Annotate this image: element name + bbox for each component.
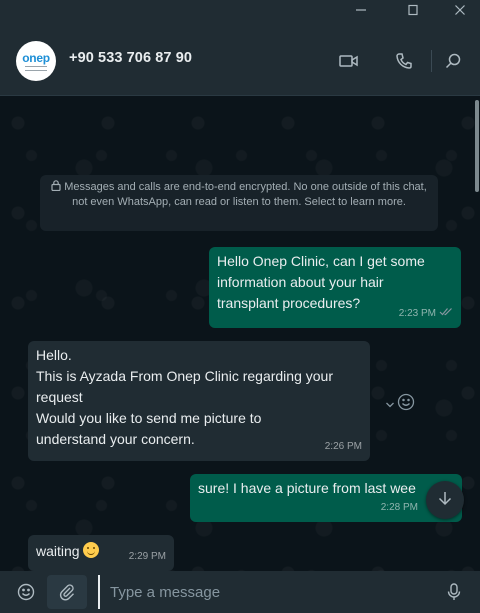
- avatar-logo-lines: [25, 65, 47, 71]
- message-line: Hello Onep Clinic, can I get some: [217, 253, 425, 269]
- message-line: Would you like to send me picture to: [36, 410, 262, 426]
- message-menu-chevron-icon[interactable]: [385, 396, 395, 414]
- message-bubble-incoming[interactable]: waiting 2:29 PM: [28, 535, 174, 571]
- minimize-icon[interactable]: [344, 0, 378, 20]
- react-emoji-icon[interactable]: [397, 393, 415, 416]
- scrollbar-thumb[interactable]: [475, 100, 479, 192]
- message-time: 2:23 PM: [398, 308, 436, 319]
- header-divider: [431, 50, 432, 72]
- message-time: 2:28 PM: [380, 502, 418, 513]
- read-receipt-icon: [439, 303, 453, 324]
- attach-icon[interactable]: [47, 575, 87, 609]
- scroll-to-bottom-button[interactable]: [426, 481, 464, 519]
- arrow-down-icon: [437, 490, 453, 511]
- avatar-logo-text: onep: [22, 50, 50, 65]
- message-line: request: [36, 389, 83, 405]
- microphone-icon[interactable]: [434, 575, 474, 609]
- message-time: 2:26 PM: [324, 441, 362, 452]
- message-bubble-outgoing[interactable]: sure! I have a picture from last wee 2:2…: [190, 474, 462, 522]
- window-titlebar: [0, 0, 480, 20]
- message-composer: [0, 571, 480, 613]
- contact-name[interactable]: +90 533 706 87 90: [69, 50, 192, 66]
- close-icon[interactable]: [443, 0, 477, 20]
- lock-icon: [51, 180, 61, 195]
- message-bubble-incoming[interactable]: Hello. This is Ayzada From Onep Clinic r…: [28, 341, 370, 461]
- encryption-notice-text: Messages and calls are end-to-end encryp…: [64, 181, 427, 208]
- avatar[interactable]: onep: [16, 41, 56, 81]
- message-time: 2:29 PM: [128, 551, 166, 562]
- emoji-icon[interactable]: [6, 575, 46, 609]
- message-line: understand your concern.: [36, 431, 195, 447]
- chat-scrollbar[interactable]: [474, 96, 480, 571]
- voice-call-icon[interactable]: [393, 50, 415, 72]
- encryption-notice[interactable]: Messages and calls are end-to-end encryp…: [40, 175, 438, 231]
- video-call-icon[interactable]: [338, 50, 360, 72]
- slightly-smiling-face-icon: [82, 542, 99, 558]
- message-line: sure! I have a picture from last wee: [198, 480, 416, 496]
- message-input[interactable]: [98, 575, 428, 609]
- maximize-icon[interactable]: [396, 0, 430, 20]
- conversation-header: onep +90 533 706 87 90: [0, 20, 480, 96]
- message-line: This is Ayzada From Onep Clinic regardin…: [36, 368, 333, 384]
- message-hover-controls: [385, 393, 415, 416]
- message-line: information about your hair: [217, 274, 384, 290]
- message-bubble-outgoing[interactable]: Hello Onep Clinic, can I get some inform…: [209, 247, 461, 328]
- chat-area[interactable]: Messages and calls are end-to-end encryp…: [0, 96, 480, 571]
- search-icon[interactable]: [442, 50, 464, 72]
- message-line: Hello.: [36, 347, 72, 363]
- message-line: waiting: [36, 543, 80, 559]
